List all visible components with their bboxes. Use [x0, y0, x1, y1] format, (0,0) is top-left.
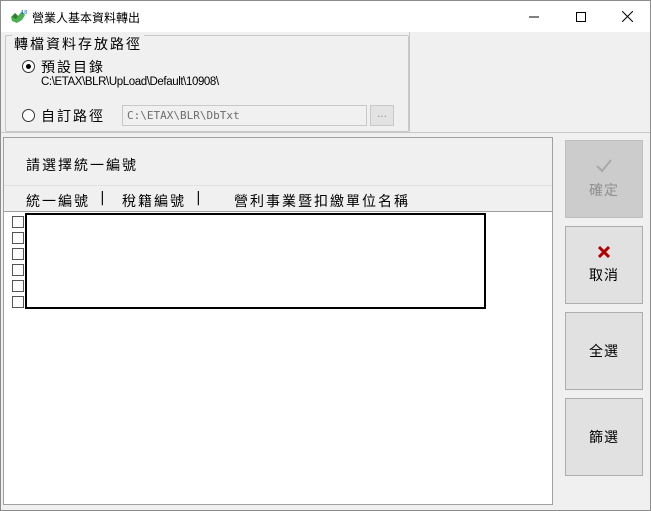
right-top-panel	[409, 32, 650, 133]
tax-id-list-panel: 請選擇統一編號 統一編號 | 稅籍編號 | 營利事業暨扣繳單位名稱	[3, 137, 553, 505]
list-panel-title: 請選擇統一編號	[26, 158, 138, 174]
row-checkbox[interactable]	[12, 216, 24, 228]
path-group-legend: 轉檔資料存放路徑	[12, 34, 144, 54]
svg-text:18: 18	[21, 10, 27, 16]
close-icon	[621, 11, 633, 22]
column-header: 統一編號 | 稅籍編號 | 營利事業暨扣繳單位名稱	[4, 186, 552, 212]
default-dir-label[interactable]: 預設目錄	[41, 57, 105, 77]
default-dir-path: C:\ETAX\BLR\UpLoad\Default\10908\	[41, 76, 219, 88]
main-window: 18 營業人基本資料轉出 轉檔資料存放路徑 預設目錄 C:\ETAX\BLR\U…	[0, 0, 651, 511]
cancel-button-label: 取消	[589, 268, 619, 284]
ok-button[interactable]: 確定	[565, 140, 643, 218]
bottom-strip	[1, 506, 650, 510]
row-checkbox[interactable]	[12, 296, 24, 308]
filter-button-label: 篩選	[589, 430, 619, 446]
maximize-icon	[576, 11, 586, 22]
column-separator: |	[100, 190, 105, 206]
filter-button[interactable]: 篩選	[565, 398, 643, 476]
path-groupbox: 轉檔資料存放路徑 預設目錄 C:\ETAX\BLR\UpLoad\Default…	[5, 34, 409, 132]
select-all-button[interactable]: 全選	[565, 312, 643, 390]
column-separator: |	[196, 190, 201, 206]
cancel-button[interactable]: 取消	[565, 226, 643, 304]
title-bar: 18 營業人基本資料轉出	[1, 1, 650, 32]
tax-id-listbox[interactable]	[25, 213, 486, 309]
list-panel-header: 請選擇統一編號	[4, 138, 552, 186]
column-business-name: 營利事業暨扣繳單位名稱	[234, 194, 410, 210]
select-all-button-label: 全選	[589, 344, 619, 360]
row-checkbox[interactable]	[12, 264, 24, 276]
app-icon: 18	[9, 8, 27, 25]
row-checkbox[interactable]	[12, 248, 24, 260]
x-icon	[597, 245, 611, 263]
default-dir-radio[interactable]	[22, 60, 35, 73]
divider	[1, 132, 650, 133]
custom-path-input[interactable]: C:\ETAX\BLR\DbTxt	[122, 105, 367, 126]
browse-button[interactable]: ...	[370, 105, 394, 126]
column-tax-reg-no: 稅籍編號	[122, 194, 186, 210]
minimize-icon	[529, 16, 539, 17]
close-button[interactable]	[604, 1, 650, 32]
row-checkbox[interactable]	[12, 280, 24, 292]
ok-button-label: 確定	[589, 183, 619, 199]
custom-path-label[interactable]: 自訂路徑	[41, 106, 105, 126]
window-title: 營業人基本資料轉出	[32, 11, 141, 25]
column-tax-id: 統一編號	[26, 194, 90, 210]
row-checkbox[interactable]	[12, 232, 24, 244]
maximize-button[interactable]	[558, 1, 604, 32]
checkmark-icon	[595, 158, 613, 178]
minimize-button[interactable]	[511, 1, 557, 32]
custom-path-radio[interactable]	[22, 109, 35, 122]
